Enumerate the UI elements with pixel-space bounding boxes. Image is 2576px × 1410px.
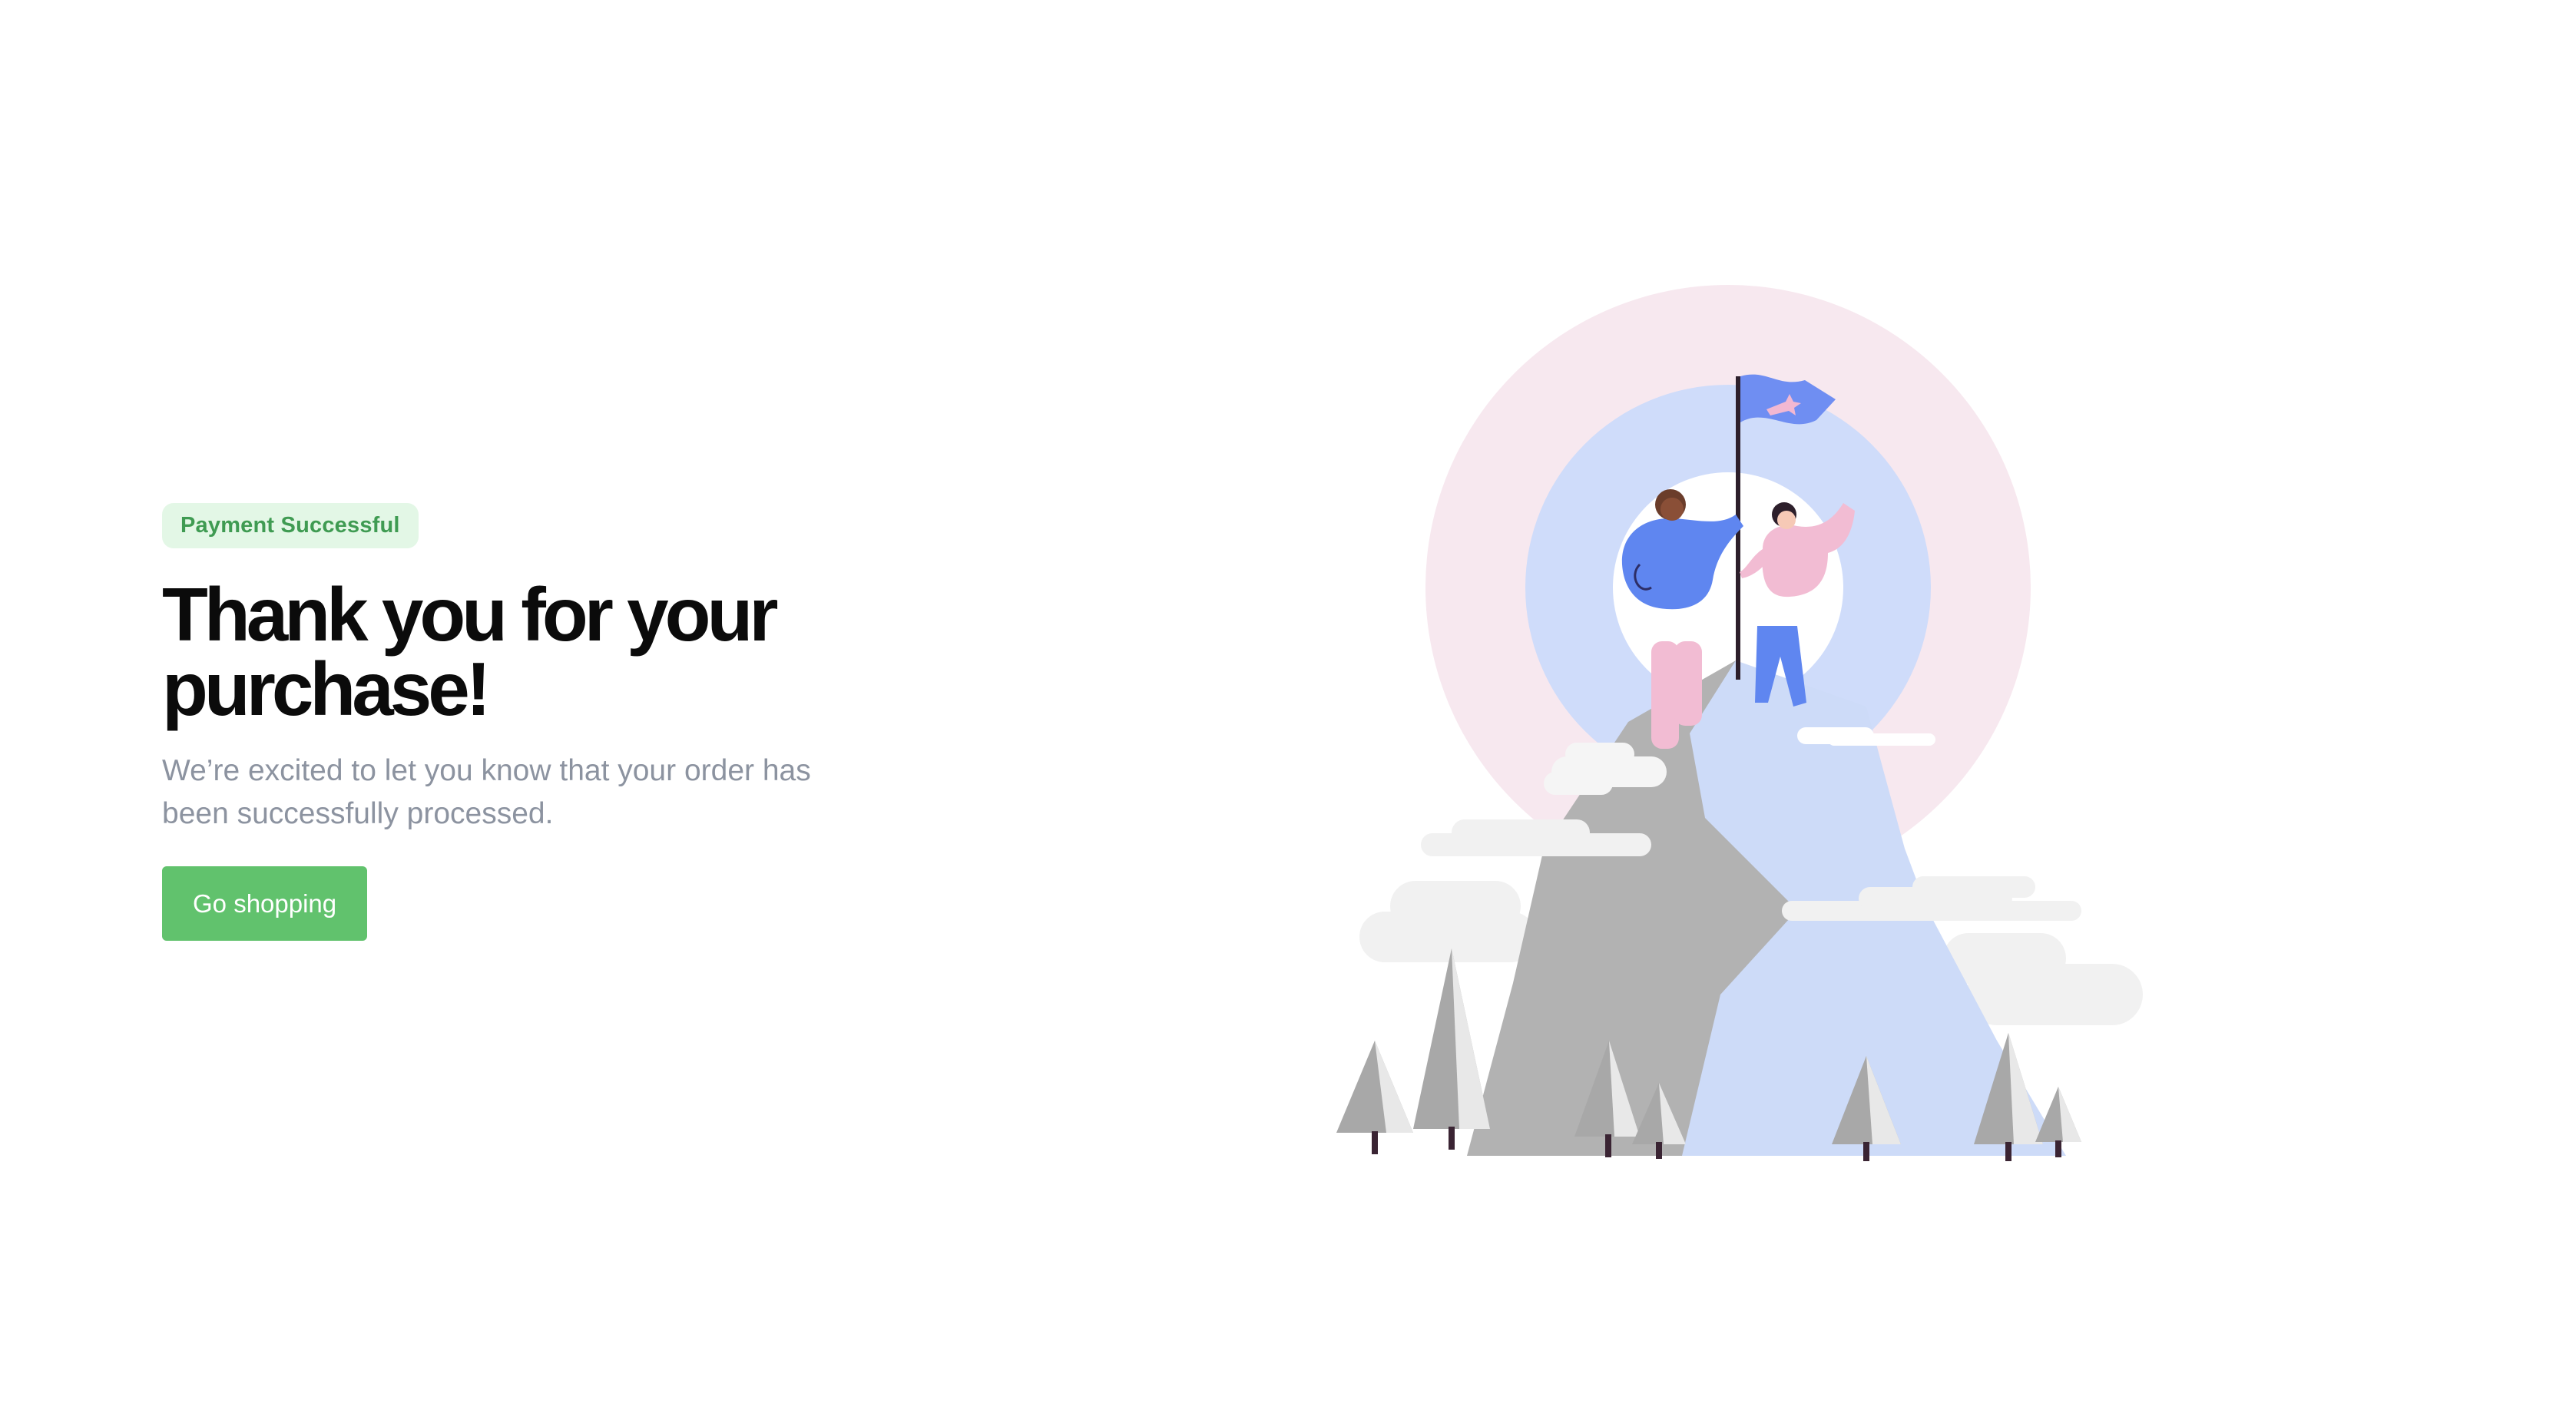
cloud-left-back: [1359, 881, 1536, 962]
confirmation-message: We’re excited to let you know that your …: [162, 754, 811, 830]
tree-2: [1413, 948, 1490, 1150]
go-shopping-button[interactable]: Go shopping: [162, 866, 368, 941]
summit-illustration: [1336, 285, 2143, 1161]
confirmation-content: Payment Successful Thank you for your pu…: [162, 503, 899, 941]
page-title: Thank you for your purchase!: [162, 572, 779, 731]
tree-1: [1336, 1041, 1413, 1154]
order-confirmation-page: Payment Successful Thank you for your pu…: [0, 0, 2576, 1410]
status-badge: Payment Successful: [162, 503, 419, 548]
